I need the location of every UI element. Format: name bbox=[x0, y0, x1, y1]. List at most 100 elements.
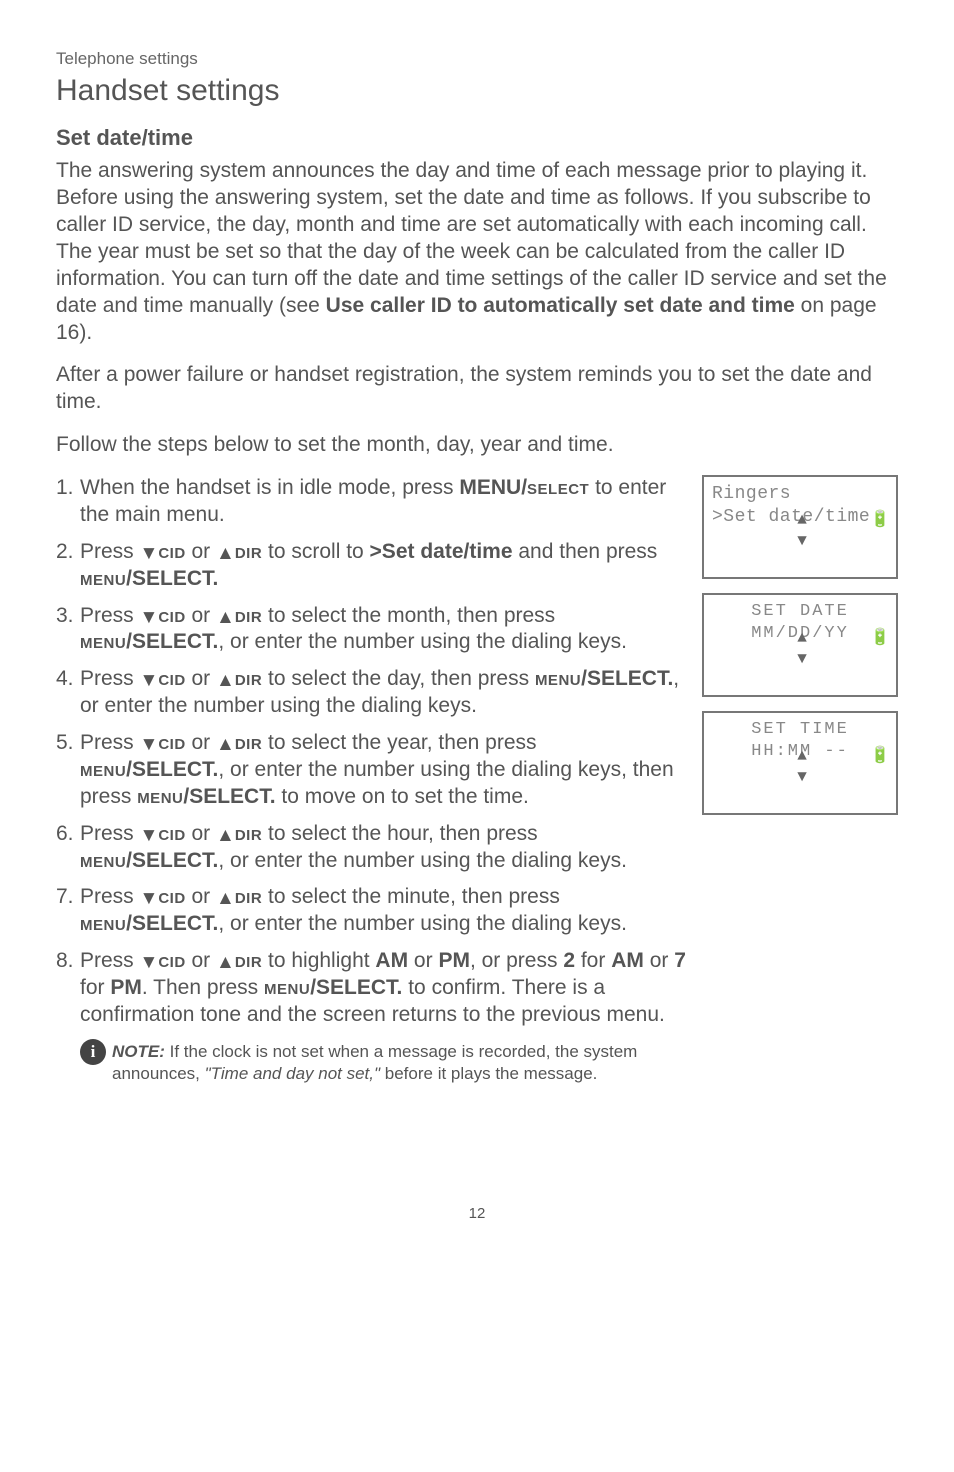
text: and then press bbox=[513, 540, 658, 563]
text: or bbox=[186, 731, 216, 754]
lcd-screen-menu: Ringers >Set date/time ▲▼🔋 bbox=[702, 475, 898, 579]
up-triangle-icon: ▲ bbox=[216, 889, 235, 908]
menu-target: >Set date/time bbox=[370, 540, 513, 563]
down-triangle-icon: ▼ bbox=[140, 889, 159, 908]
up-triangle-icon: ▲ bbox=[216, 826, 235, 845]
down-triangle-icon: ▼ bbox=[140, 544, 159, 563]
text: When the handset is in idle mode, press bbox=[80, 476, 459, 499]
key-2: 2 bbox=[563, 949, 575, 972]
battery-icon: 🔋 bbox=[862, 746, 896, 787]
section-kicker: Telephone settings bbox=[56, 48, 898, 70]
menu-label: menu bbox=[80, 849, 126, 872]
step-number: 1. bbox=[56, 475, 80, 529]
lcd-previews: Ringers >Set date/time ▲▼🔋 SET DATE MM/D… bbox=[702, 475, 898, 815]
text: to select the day, then press bbox=[262, 667, 535, 690]
cid-label: cid bbox=[158, 667, 185, 690]
step-number: 7. bbox=[56, 884, 80, 938]
dir-label: dir bbox=[235, 667, 262, 690]
lcd-line-1: SET DATE bbox=[712, 601, 888, 623]
pm-label: PM bbox=[110, 976, 142, 999]
text: Press bbox=[80, 604, 140, 627]
down-triangle-icon: ▼ bbox=[140, 953, 159, 972]
text: to select the hour, then press bbox=[262, 822, 538, 845]
menu-label: menu bbox=[535, 667, 581, 690]
subsection-title: Set date/time bbox=[56, 124, 898, 152]
step-6: 6. Press ▼cid or ▲dir to select the hour… bbox=[56, 821, 686, 875]
cid-label: cid bbox=[158, 885, 185, 908]
text: to select the year, then press bbox=[262, 731, 536, 754]
lcd-line-1: Ringers bbox=[712, 483, 888, 506]
text: for bbox=[575, 949, 611, 972]
text: to select the month, then press bbox=[262, 604, 555, 627]
up-triangle-icon: ▲ bbox=[216, 953, 235, 972]
text: for bbox=[80, 976, 110, 999]
text-smallcaps: select bbox=[527, 476, 589, 499]
down-triangle-icon: ▼ bbox=[140, 608, 159, 627]
down-triangle-icon: ▼ bbox=[140, 671, 159, 690]
menu-label: menu bbox=[80, 912, 126, 935]
text-bold: /SELECT. bbox=[126, 630, 218, 653]
step-3: 3. Press ▼cid or ▲dir to select the mont… bbox=[56, 603, 686, 657]
cid-label: cid bbox=[158, 540, 185, 563]
cid-label: cid bbox=[158, 949, 185, 972]
dir-label: dir bbox=[235, 604, 262, 627]
lcd-screen-date: SET DATE MM/DD/YY ▲▼🔋 bbox=[702, 593, 898, 697]
text: or bbox=[186, 667, 216, 690]
text: or bbox=[186, 604, 216, 627]
cid-label: cid bbox=[158, 604, 185, 627]
text-bold: /SELECT. bbox=[183, 785, 275, 808]
text: , or enter the number using the dialing … bbox=[218, 630, 627, 653]
text-bold: /SELECT. bbox=[126, 567, 218, 590]
text: , or enter the number using the dialing … bbox=[218, 849, 627, 872]
dir-label: dir bbox=[235, 731, 262, 754]
text: to move on to set the time. bbox=[276, 785, 529, 808]
text-bold: MENU/ bbox=[459, 476, 527, 499]
text-bold: /SELECT. bbox=[126, 758, 218, 781]
text: Press bbox=[80, 667, 140, 690]
text-bold: /SELECT. bbox=[126, 912, 218, 935]
down-triangle-icon: ▼ bbox=[140, 735, 159, 754]
text: Press bbox=[80, 822, 140, 845]
step-7: 7. Press ▼cid or ▲dir to select the minu… bbox=[56, 884, 686, 938]
step-4: 4. Press ▼cid or ▲dir to select the day,… bbox=[56, 666, 686, 720]
step-number: 2. bbox=[56, 539, 80, 593]
note-quote: "Time and day not set," bbox=[205, 1064, 380, 1083]
text: . Then press bbox=[142, 976, 264, 999]
step-number: 4. bbox=[56, 666, 80, 720]
text: or bbox=[186, 822, 216, 845]
text-bold: /SELECT. bbox=[310, 976, 402, 999]
updown-icon: ▲▼ bbox=[742, 746, 862, 787]
text: or bbox=[186, 949, 216, 972]
dir-label: dir bbox=[235, 540, 262, 563]
text-bold: /SELECT. bbox=[581, 667, 673, 690]
step-8: 8. Press ▼cid or ▲dir to highlight AM or… bbox=[56, 948, 686, 1029]
down-triangle-icon: ▼ bbox=[140, 826, 159, 845]
text: , or press bbox=[470, 949, 563, 972]
intro-paragraph-1: The answering system announces the day a… bbox=[56, 158, 898, 346]
up-triangle-icon: ▲ bbox=[216, 608, 235, 627]
intro-paragraph-3: Follow the steps below to set the month,… bbox=[56, 432, 898, 459]
note-lead: NOTE: bbox=[112, 1042, 165, 1061]
page-title: Handset settings bbox=[56, 72, 898, 110]
menu-label: menu bbox=[264, 976, 310, 999]
text: to scroll to bbox=[262, 540, 369, 563]
step-number: 5. bbox=[56, 730, 80, 811]
updown-icon: ▲▼ bbox=[742, 628, 862, 669]
note-tail: before it plays the message. bbox=[380, 1064, 597, 1083]
key-7: 7 bbox=[674, 949, 686, 972]
step-number: 3. bbox=[56, 603, 80, 657]
up-triangle-icon: ▲ bbox=[216, 544, 235, 563]
am-label: AM bbox=[611, 949, 644, 972]
menu-label: menu bbox=[80, 630, 126, 653]
p1-bold: Use caller ID to automatically set date … bbox=[326, 294, 795, 317]
text: Press bbox=[80, 540, 140, 563]
step-number: 6. bbox=[56, 821, 80, 875]
text: Press bbox=[80, 949, 140, 972]
text: Press bbox=[80, 731, 140, 754]
menu-label: menu bbox=[137, 785, 183, 808]
updown-icon: ▲▼ bbox=[742, 510, 862, 551]
step-2: 2. Press ▼cid or ▲dir to scroll to >Set … bbox=[56, 539, 686, 593]
dir-label: dir bbox=[235, 949, 262, 972]
text: Press bbox=[80, 885, 140, 908]
intro-paragraph-2: After a power failure or handset registr… bbox=[56, 362, 898, 416]
